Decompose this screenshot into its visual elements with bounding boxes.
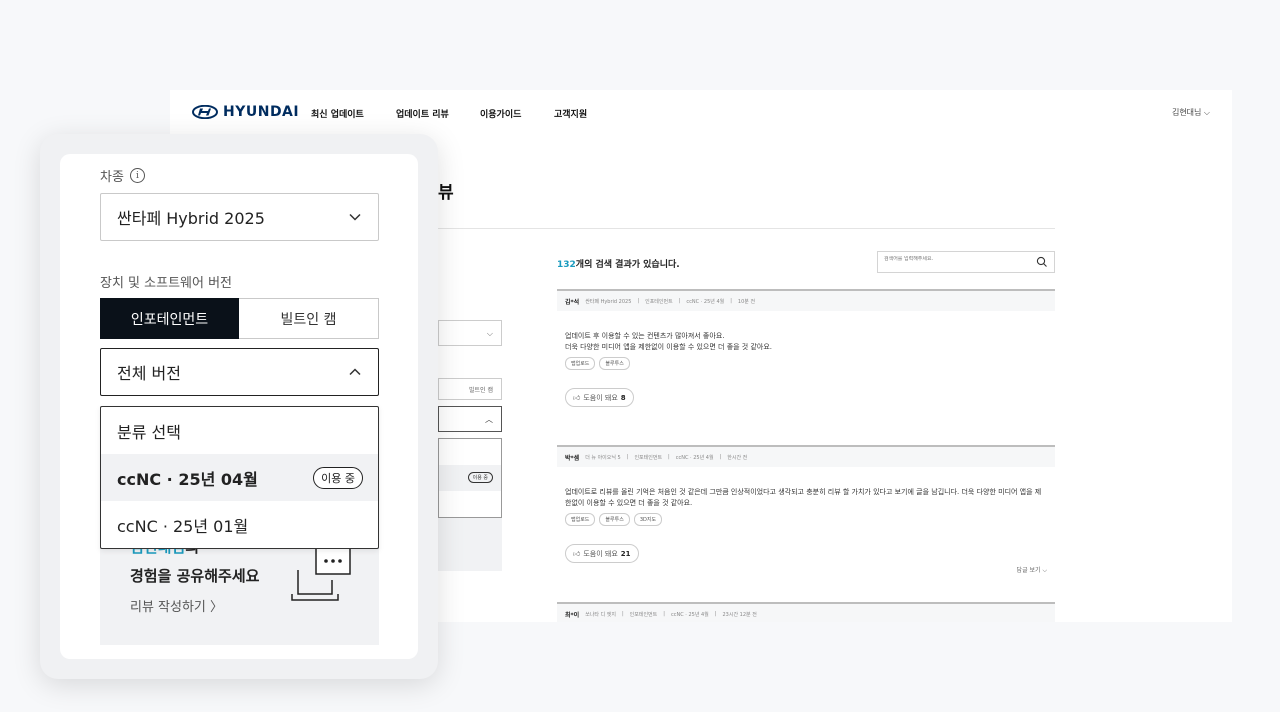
card-headline: 경험을 공유해주세요 — [130, 567, 260, 585]
info-icon[interactable]: i — [129, 168, 145, 183]
logo-text: HYUNDAI — [223, 104, 300, 120]
tag-chip: 블루투스 — [599, 357, 630, 370]
review-author: 박*셈 — [565, 454, 580, 462]
review-item: 박*셈 더 뉴 아이오닉 5 | 인포테인먼트 | ccNC · 25년 4월 | 한… — [557, 445, 1055, 574]
hyundai-logo[interactable]: HYUNDAI — [192, 104, 299, 120]
review-item: 김*석 싼타페 Hybrid 2025 | 인포테인먼트 | ccNC · 25년 … — [557, 289, 1055, 407]
nav-latest-updates[interactable]: 최신 업데이트 — [311, 107, 364, 120]
write-review-link[interactable]: 리뷰 작성하기 〉 — [130, 596, 223, 615]
mini-builtin-cam-tab[interactable]: 빌트인 캠 — [438, 378, 502, 400]
mini-car-select[interactable]: ⌵ — [438, 320, 502, 346]
review-header: 최*이 쏘나타 디 엣지 | 인포테인먼트 | ccNC · 25년 4월 | 23시… — [557, 602, 1055, 622]
review-header: 박*셈 더 뉴 아이오닉 5 | 인포테인먼트 | ccNC · 25년 4월 | 한… — [557, 445, 1055, 467]
review-text: 업데이트로 리뷰를 올린 기억은 처음인 것 같은데 그만큼 인상적이었다고 생… — [565, 488, 1042, 507]
review-tags: 맵업로드 블루투스 — [557, 357, 1055, 370]
user-menu[interactable]: 김현대님 ⌵ — [1172, 107, 1210, 118]
dropdown-option[interactable]: ccNC · 25년 01월 — [101, 501, 378, 548]
in-use-badge: 이용 중 — [313, 467, 363, 489]
review-tags: 맵업로드 블루투스 3D지도 — [557, 513, 1055, 526]
tag-chip: 맵업로드 — [565, 357, 596, 370]
review-text: 업데이트 후 이용할 수 있는 컨텐츠가 많아져서 좋아요. 더욱 다양한 미디… — [565, 332, 773, 351]
hyundai-emblem-icon — [192, 105, 218, 119]
tag-chip: 블루투스 — [599, 513, 630, 526]
mini-version-select[interactable]: ︿ — [438, 406, 502, 432]
search-input[interactable] — [884, 256, 1024, 262]
car-select-value: 싼타페 Hybrid 2025 — [117, 209, 265, 228]
nav-update-reviews[interactable]: 업데이트 리뷰 — [396, 107, 449, 120]
tag-chip: 3D지도 — [633, 513, 663, 526]
device-tabs: 인포테인먼트 빌트인 캠 — [100, 298, 379, 339]
car-label: 차종 i — [100, 166, 145, 185]
top-navigation: HYUNDAI 최신 업데이트 업데이트 리뷰 이용가이드 고객지원 김현대님 … — [170, 90, 1232, 136]
tag-chip: 맵업로드 — [565, 513, 596, 526]
car-select[interactable]: 싼타페 Hybrid 2025 — [100, 193, 379, 241]
chevron-down-icon — [349, 213, 361, 221]
device-label: 장치 및 소프트웨어 버전 — [100, 276, 232, 291]
version-select-value: 전체 버전 — [117, 364, 181, 383]
nav-user-guide[interactable]: 이용가이드 — [480, 107, 521, 120]
chevron-up-icon — [349, 368, 361, 376]
dropdown-option-label: ccNC · 25년 04월 — [117, 469, 258, 489]
reply-toggle[interactable]: 답글 보기 ⌵ — [1017, 565, 1047, 575]
thumbs-up-icon: 👍︎ — [573, 550, 581, 558]
review-header: 김*석 싼타페 Hybrid 2025 | 인포테인먼트 | ccNC · 25년 … — [557, 289, 1055, 311]
mini-review-card[interactable] — [438, 518, 502, 571]
helpful-button[interactable]: 👍︎ 도움이 돼요 21 — [565, 544, 639, 563]
nav-customer-support[interactable]: 고객지원 — [554, 107, 587, 120]
chevron-up-icon: ︿ — [485, 415, 493, 424]
dropdown-option-selected[interactable]: ccNC · 25년 04월 이용 중 — [101, 454, 378, 501]
mini-in-use-badge: 이용 중 — [467, 472, 493, 483]
review-author: 김*석 — [565, 298, 580, 306]
version-dropdown-menu: 분류 선택 ccNC · 25년 04월 이용 중 ccNC · 25년 01월 — [100, 406, 379, 549]
laptop-chat-icon — [291, 547, 351, 601]
mini-version-menu: 이용 중 — [438, 438, 502, 518]
dropdown-option[interactable]: 분류 선택 — [101, 407, 378, 454]
chevron-down-icon: ⌵ — [486, 329, 493, 338]
results-count: 132개의 검색 결과가 있습니다. — [557, 260, 680, 270]
search-icon[interactable] — [1036, 256, 1048, 268]
review-item: 최*이 쏘나타 디 엣지 | 인포테인먼트 | ccNC · 25년 4월 | 23시… — [557, 602, 1055, 622]
page-title: 뷰 — [438, 183, 454, 203]
divider — [438, 228, 1055, 229]
search-box[interactable] — [877, 251, 1055, 273]
thumbs-up-icon: 👍︎ — [573, 394, 581, 402]
version-select[interactable]: 전체 버전 — [100, 348, 379, 396]
helpful-button[interactable]: 👍︎ 도움이 돼요 8 — [565, 388, 634, 407]
review-author: 최*이 — [565, 611, 580, 619]
tab-builtin-cam[interactable]: 빌트인 캠 — [239, 298, 379, 339]
tab-infotainment[interactable]: 인포테인먼트 — [100, 298, 239, 339]
